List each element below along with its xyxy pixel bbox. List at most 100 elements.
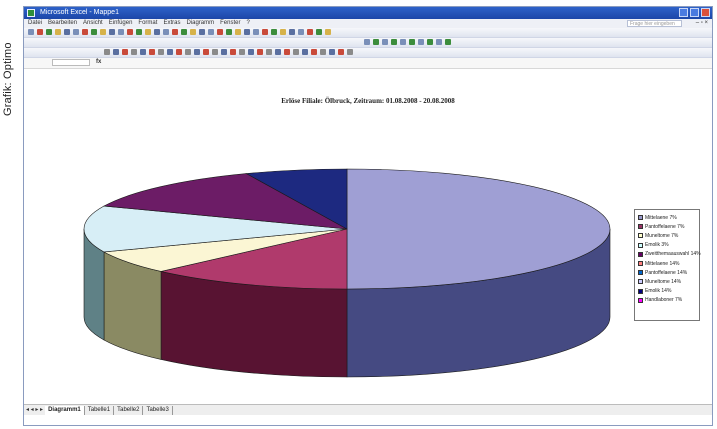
toolbar-button-icon[interactable] (145, 29, 151, 35)
toolbar-button-icon[interactable] (364, 39, 370, 45)
minimize-icon[interactable] (679, 8, 688, 17)
toolbar-button-icon[interactable] (64, 29, 70, 35)
close-document-icon[interactable]: – ▫ × (696, 19, 708, 28)
toolbar-button-icon[interactable] (221, 49, 227, 55)
toolbar-button-icon[interactable] (104, 49, 110, 55)
menu-help[interactable]: ? (246, 19, 249, 28)
toolbar-button-icon[interactable] (217, 29, 223, 35)
toolbar-button-icon[interactable] (131, 49, 137, 55)
toolbar-button-icon[interactable] (154, 29, 160, 35)
menu-datei[interactable]: Datei (28, 19, 42, 28)
toolbar-button-icon[interactable] (73, 29, 79, 35)
toolbar-button-icon[interactable] (284, 49, 290, 55)
legend-entry[interactable]: Mittelaene 14% (638, 259, 696, 268)
menu-diagramm[interactable]: Diagramm (186, 19, 214, 28)
legend-entry[interactable]: Mittelaene 7% (638, 213, 696, 222)
toolbar-button-icon[interactable] (176, 49, 182, 55)
sheet-nav-arrows[interactable]: ◂ ◂ ▸ ▸ (24, 406, 45, 415)
toolbar-button-icon[interactable] (275, 49, 281, 55)
maximize-icon[interactable] (690, 8, 699, 17)
toolbar-button-icon[interactable] (382, 39, 388, 45)
legend-entry[interactable]: Pantoffelaene 14% (638, 268, 696, 277)
toolbar-button-icon[interactable] (427, 39, 433, 45)
legend-entry[interactable]: Pantoffelaene 7% (638, 222, 696, 231)
toolbar-button-icon[interactable] (100, 29, 106, 35)
toolbar-button-icon[interactable] (46, 29, 52, 35)
toolbar-button-icon[interactable] (167, 49, 173, 55)
legend-entry[interactable]: Emolik 14% (638, 287, 696, 296)
tab-tabelle1[interactable]: Tabelle1 (85, 405, 115, 415)
toolbar-button-icon[interactable] (253, 29, 259, 35)
tab-tabelle2[interactable]: Tabelle2 (114, 405, 144, 415)
toolbar-button-icon[interactable] (298, 29, 304, 35)
help-search-input[interactable]: Frage hier eingeben (627, 20, 682, 27)
chart-legend[interactable]: Mittelaene 7% Pantoffelaene 7% Muneltome 7… (634, 209, 701, 321)
fx-icon[interactable]: fx (96, 59, 101, 65)
toolbar-button-icon[interactable] (325, 29, 331, 35)
toolbar-button-icon[interactable] (248, 49, 254, 55)
chart-sheet[interactable]: Erlöse Filiale: Ölbruck, Zeitraum: 01.08… (24, 69, 712, 415)
toolbar-button-icon[interactable] (230, 49, 236, 55)
toolbar-button-icon[interactable] (280, 29, 286, 35)
toolbar-button-icon[interactable] (190, 29, 196, 35)
toolbar-button-icon[interactable] (185, 49, 191, 55)
toolbar-button-icon[interactable] (212, 49, 218, 55)
toolbar-button-icon[interactable] (163, 29, 169, 35)
toolbar-button-icon[interactable] (109, 29, 115, 35)
toolbar-button-icon[interactable] (199, 29, 205, 35)
toolbar-button-icon[interactable] (338, 49, 344, 55)
toolbar-button-icon[interactable] (28, 29, 34, 35)
toolbar-button-icon[interactable] (329, 49, 335, 55)
toolbar-button-icon[interactable] (235, 29, 241, 35)
legend-entry[interactable]: Muneltome 7% (638, 231, 696, 240)
toolbar-button-icon[interactable] (181, 29, 187, 35)
toolbar-button-icon[interactable] (140, 49, 146, 55)
toolbar-button-icon[interactable] (293, 49, 299, 55)
legend-entry[interactable]: Muneltome 14% (638, 277, 696, 286)
toolbar-button-icon[interactable] (347, 49, 353, 55)
toolbar-button-icon[interactable] (409, 39, 415, 45)
toolbar-button-icon[interactable] (113, 49, 119, 55)
menu-bearbeiten[interactable]: Bearbeiten (48, 19, 77, 28)
toolbar-button-icon[interactable] (257, 49, 263, 55)
legend-entry[interactable]: Zweitthemaauswahl 14% (638, 250, 701, 259)
toolbar-button-icon[interactable] (91, 29, 97, 35)
toolbar-button-icon[interactable] (226, 29, 232, 35)
toolbar-button-icon[interactable] (262, 29, 268, 35)
toolbar-button-icon[interactable] (194, 49, 200, 55)
menu-ansicht[interactable]: Ansicht (83, 19, 103, 28)
toolbar-button-icon[interactable] (373, 39, 379, 45)
legend-entry[interactable]: Handlaboner 7% (638, 296, 696, 305)
toolbar-button-icon[interactable] (391, 39, 397, 45)
menu-format[interactable]: Format (138, 19, 157, 28)
toolbar-button-icon[interactable] (239, 49, 245, 55)
menu-fenster[interactable]: Fenster (220, 19, 240, 28)
toolbar-button-icon[interactable] (149, 49, 155, 55)
toolbar-button-icon[interactable] (127, 29, 133, 35)
toolbar-button-icon[interactable] (289, 29, 295, 35)
toolbar-button-icon[interactable] (271, 29, 277, 35)
name-box[interactable] (52, 59, 90, 66)
toolbar-button-icon[interactable] (37, 29, 43, 35)
toolbar-button-icon[interactable] (316, 29, 322, 35)
toolbar-button-icon[interactable] (244, 29, 250, 35)
pie-chart[interactable] (24, 69, 712, 415)
toolbar-button-icon[interactable] (122, 49, 128, 55)
toolbar-button-icon[interactable] (203, 49, 209, 55)
legend-entry[interactable]: Emolik 3% (638, 241, 696, 250)
menu-extras[interactable]: Extras (163, 19, 180, 28)
toolbar-button-icon[interactable] (307, 29, 313, 35)
toolbar-button-icon[interactable] (208, 29, 214, 35)
close-icon[interactable] (701, 8, 710, 17)
toolbar-button-icon[interactable] (418, 39, 424, 45)
toolbar-button-icon[interactable] (436, 39, 442, 45)
toolbar-button-icon[interactable] (445, 39, 451, 45)
toolbar-button-icon[interactable] (302, 49, 308, 55)
toolbar-button-icon[interactable] (118, 29, 124, 35)
toolbar-button-icon[interactable] (311, 49, 317, 55)
toolbar-button-icon[interactable] (82, 29, 88, 35)
toolbar-button-icon[interactable] (172, 29, 178, 35)
toolbar-button-icon[interactable] (320, 49, 326, 55)
toolbar-button-icon[interactable] (158, 49, 164, 55)
tab-tabelle3[interactable]: Tabelle3 (143, 405, 173, 415)
